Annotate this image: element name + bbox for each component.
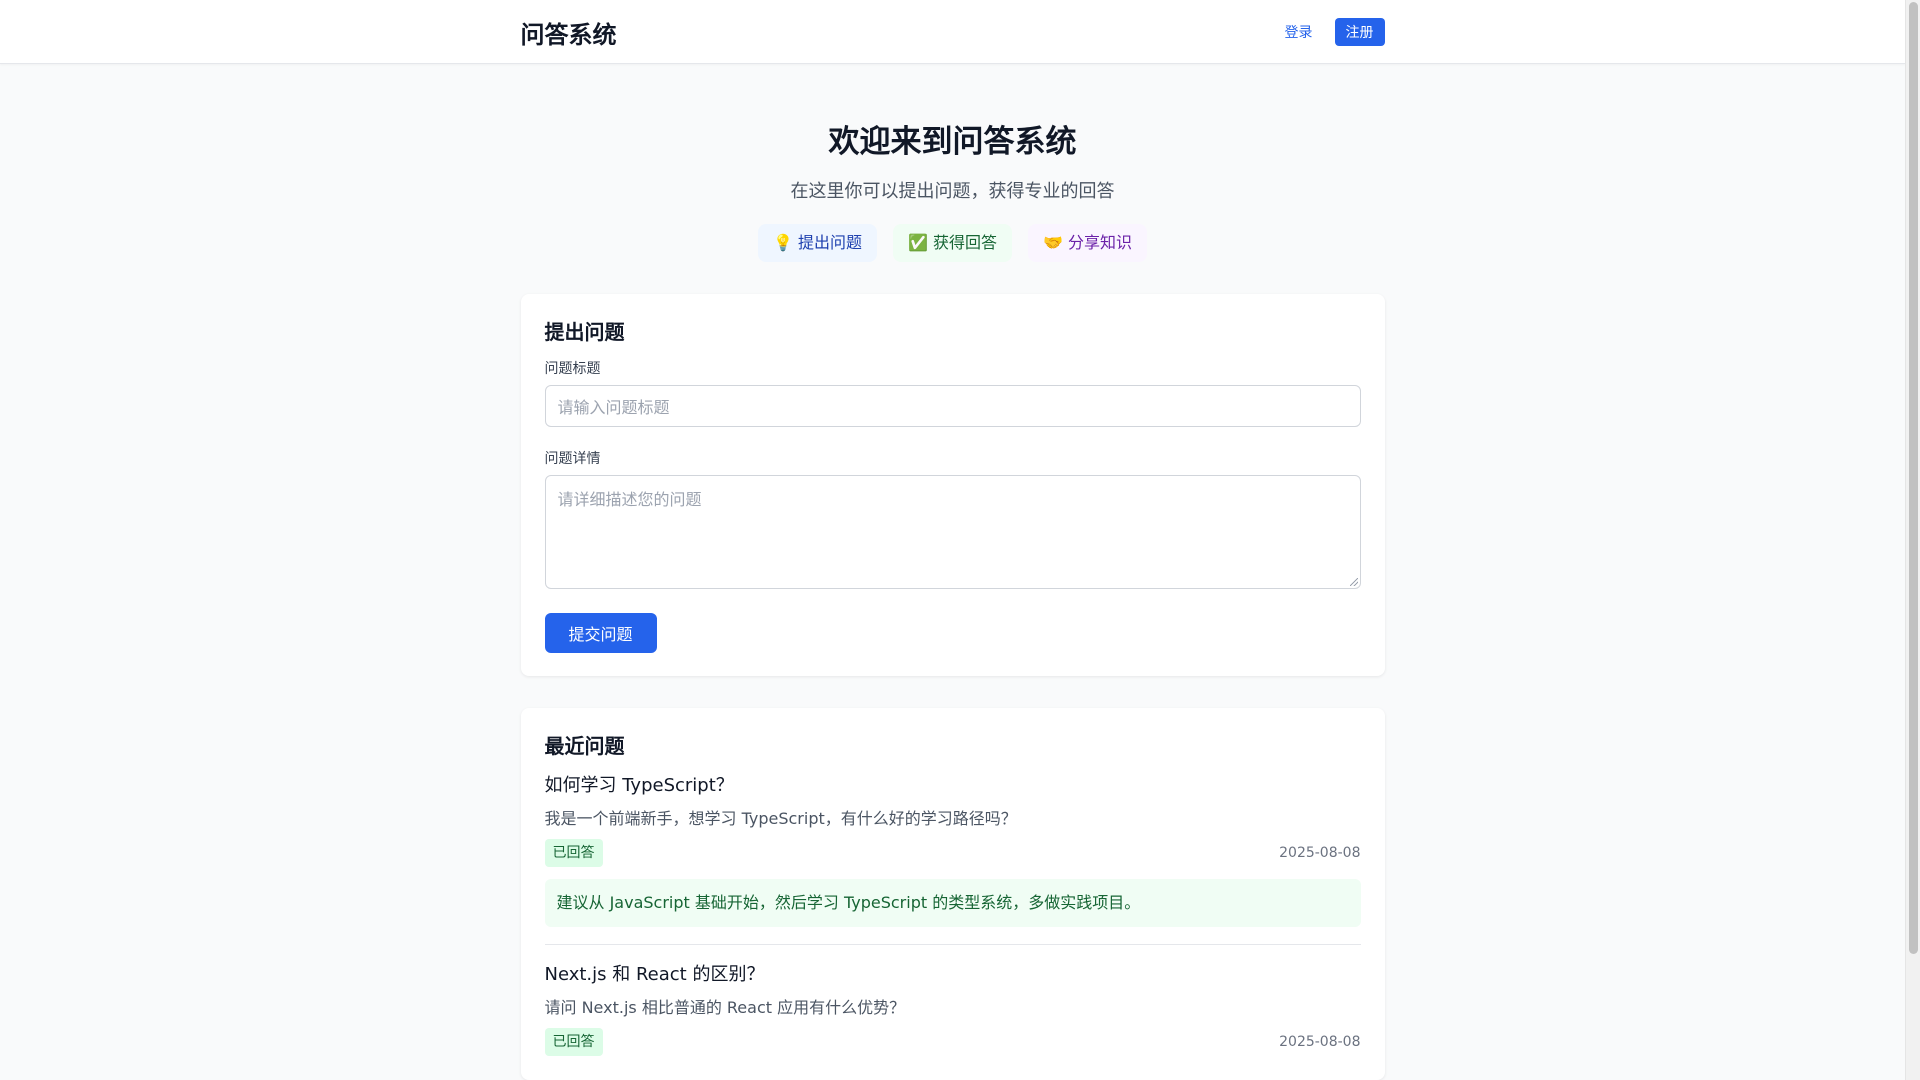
register-button[interactable]: 注册 xyxy=(1334,18,1385,46)
question-meta: 已回答 2025-08-08 xyxy=(544,1028,1361,1057)
question-item[interactable]: Next.js 和 React 的区别？ 请问 Next.js 相比普通的 Re… xyxy=(544,944,1361,1057)
main-content: 欢迎来到问答系统 在这里你可以提出问题，获得专业的回答 💡 提出问题 ✅ 获得回… xyxy=(520,64,1385,1080)
feature-ask: 💡 提出问题 xyxy=(757,224,877,263)
question-date: 2025-08-08 xyxy=(1279,845,1361,862)
page-viewport: 问答系统 登录 注册 欢迎来到问答系统 在这里你可以提出问题，获得专业的回答 💡… xyxy=(0,0,1905,1080)
question-title-input[interactable]: 请输入问题标题 xyxy=(544,385,1361,428)
status-badge: 已回答 xyxy=(544,839,603,868)
hero-section: 欢迎来到问答系统 在这里你可以提出问题，获得专业的回答 💡 提出问题 ✅ 获得回… xyxy=(521,64,1385,263)
recent-questions-card: 最近问题 如何学习 TypeScript？ 我是一个前端新手，想学习 TypeS… xyxy=(520,708,1385,1080)
question-date: 2025-08-08 xyxy=(1279,1034,1361,1051)
site-brand[interactable]: 问答系统 xyxy=(521,15,617,50)
submit-question-button[interactable]: 提交问题 xyxy=(544,613,657,654)
status-badge: 已回答 xyxy=(544,1028,603,1057)
detail-label: 问题详情 xyxy=(544,451,601,468)
feature-answer: ✅ 获得回答 xyxy=(892,224,1013,263)
ask-heading: 提出问题 xyxy=(544,320,625,345)
question-detail-textarea[interactable]: 请详细描述您的问题 xyxy=(544,475,1361,590)
question-title[interactable]: 如何学习 TypeScript？ xyxy=(545,773,1361,799)
feature-label: 获得回答 xyxy=(933,233,998,253)
title-placeholder: 请输入问题标题 xyxy=(557,398,670,418)
detail-placeholder: 请详细描述您的问题 xyxy=(557,490,702,510)
feature-share: 🤝 分享知识 xyxy=(1028,224,1148,263)
resize-handle-icon[interactable] xyxy=(1349,578,1358,587)
top-navbar: 问答系统 登录 注册 xyxy=(0,0,1905,64)
feature-label: 分享知识 xyxy=(1068,233,1133,253)
question-meta: 已回答 2025-08-08 xyxy=(544,839,1361,868)
question-description: 我是一个前端新手，想学习 TypeScript，有什么好的学习路径吗？ xyxy=(544,809,1017,829)
scrollbar-thumb[interactable] xyxy=(1909,2,1918,954)
hero-title: 欢迎来到问答系统 xyxy=(828,124,1077,160)
login-link[interactable]: 登录 xyxy=(1285,22,1313,42)
recent-heading: 最近问题 xyxy=(544,734,625,759)
check-icon: ✅ xyxy=(907,233,928,253)
question-description: 请问 Next.js 相比普通的 React 应用有什么优势？ xyxy=(544,998,906,1018)
vertical-scrollbar[interactable] xyxy=(1905,0,1920,1080)
lightbulb-icon: 💡 xyxy=(772,233,793,253)
feature-list: 💡 提出问题 ✅ 获得回答 🤝 分享知识 xyxy=(521,224,1385,263)
nav-actions: 登录 注册 xyxy=(1285,18,1385,46)
feature-label: 提出问题 xyxy=(797,233,862,253)
ask-question-card: 提出问题 问题标题 请输入问题标题 问题详情 请详细描述您的问题 提交问题 xyxy=(520,294,1385,677)
hero-subtitle: 在这里你可以提出问题，获得专业的回答 xyxy=(790,181,1115,203)
title-label: 问题标题 xyxy=(544,361,601,378)
question-item[interactable]: 如何学习 TypeScript？ 我是一个前端新手，想学习 TypeScript… xyxy=(544,760,1361,928)
question-title[interactable]: Next.js 和 React 的区别？ xyxy=(545,962,1361,988)
handshake-icon: 🤝 xyxy=(1043,233,1063,253)
answer-box: 建议从 JavaScript 基础开始，然后学习 TypeScript 的类型系… xyxy=(544,879,1361,928)
